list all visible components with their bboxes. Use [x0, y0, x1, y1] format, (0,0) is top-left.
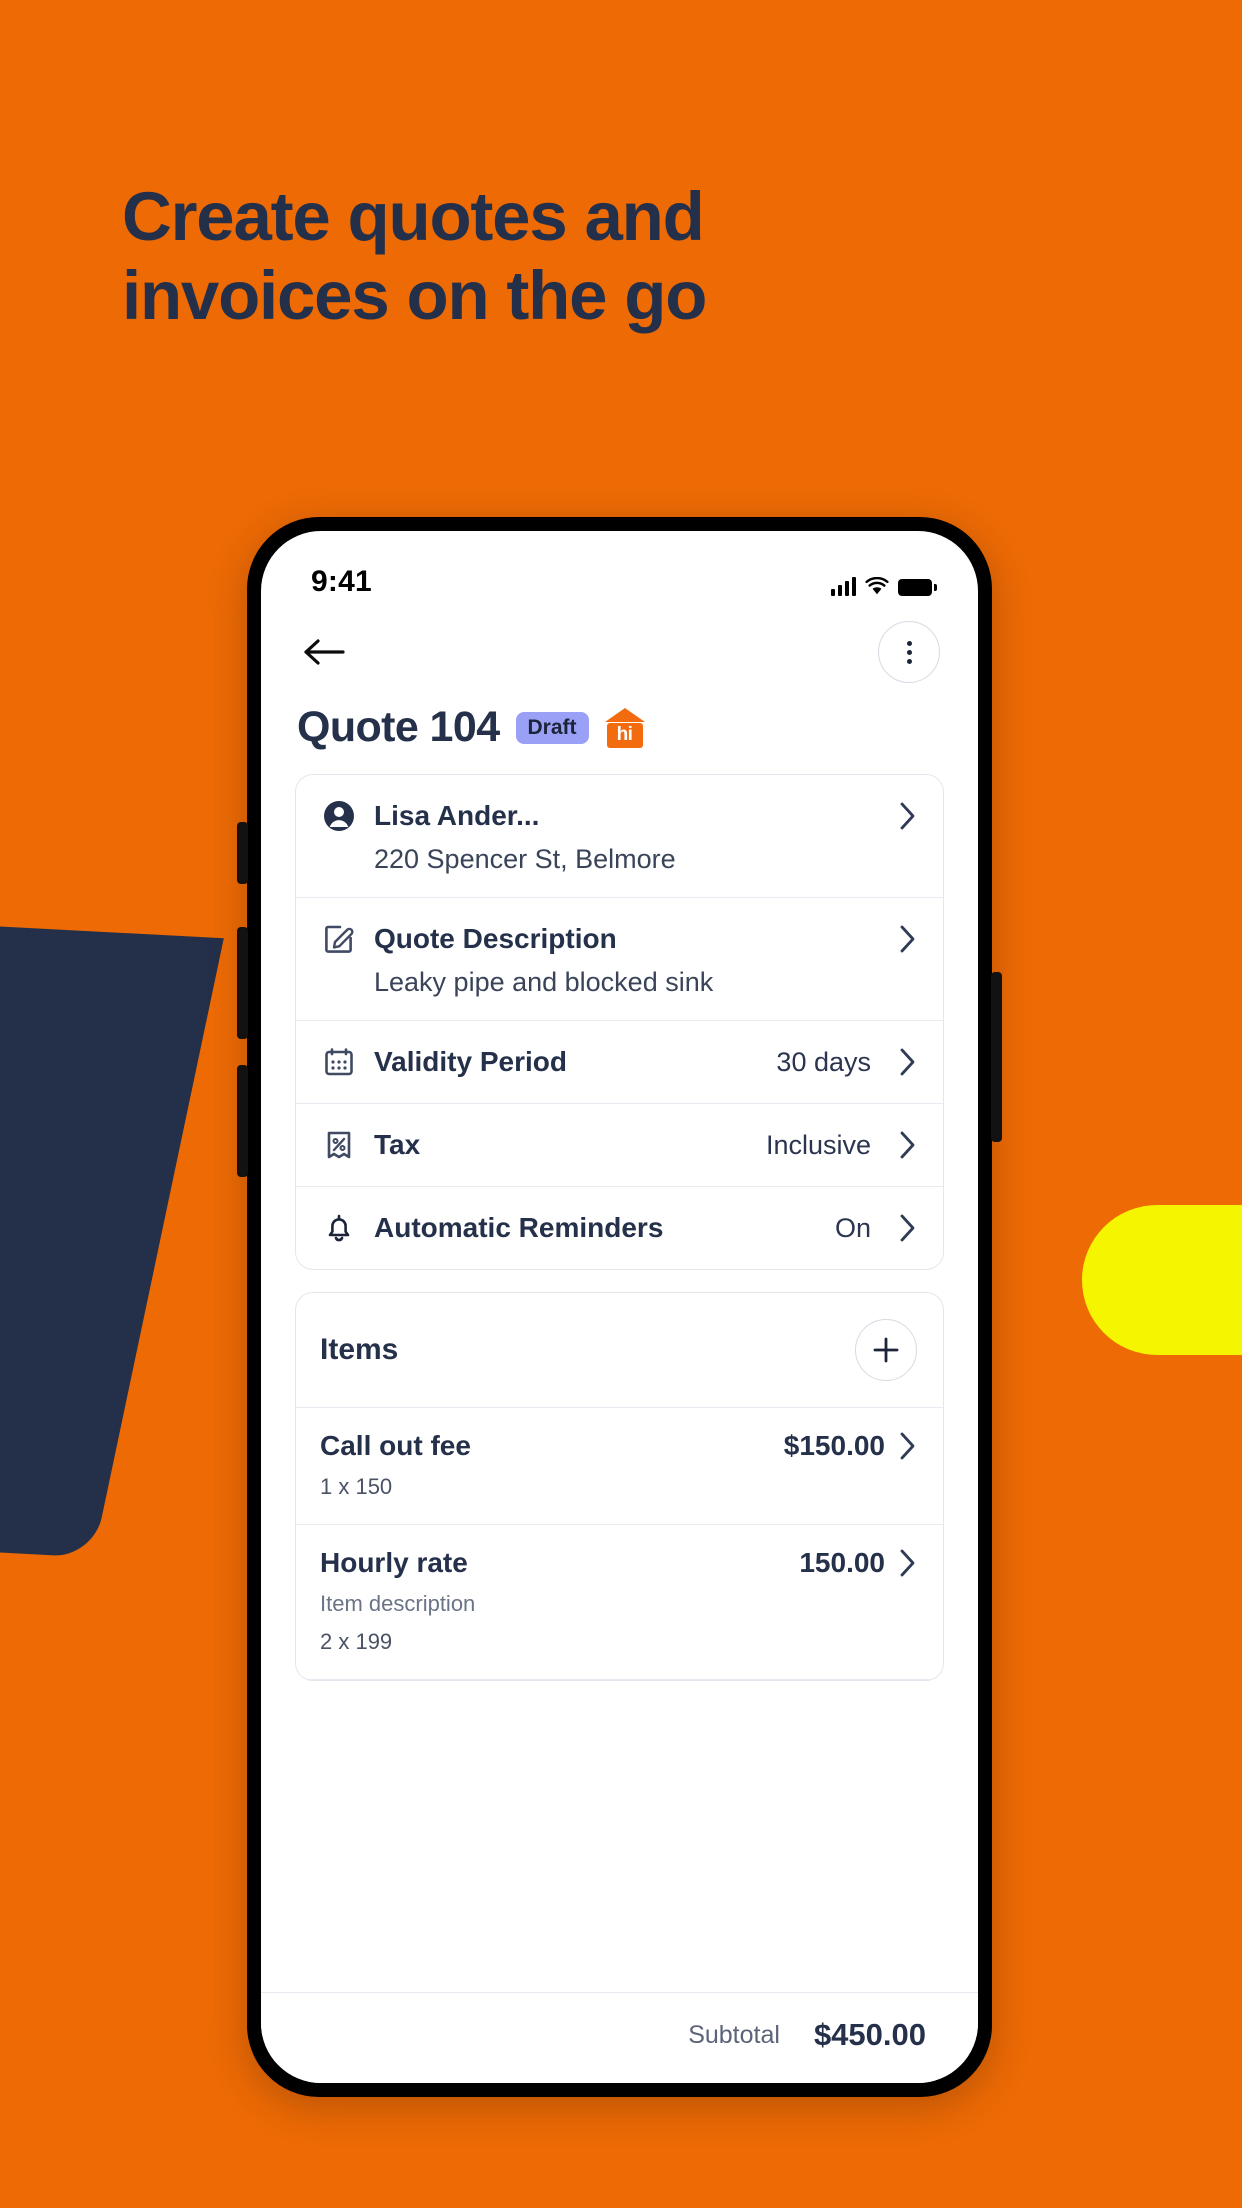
quote-description-value: Leaky pipe and blocked sink	[374, 967, 714, 997]
phone-mockup: 9:41 Quote 104 Draft hi Lisa Ander... 22…	[237, 517, 1002, 2097]
app-content: Quote 104 Draft hi Lisa Ander... 220 Spe…	[261, 605, 978, 2083]
item-quantity: 1 x 150	[320, 1474, 393, 1499]
subtotal-bar: Subtotal $450.00	[261, 1992, 978, 2083]
item-name: Call out fee	[320, 1430, 471, 1461]
row-customer[interactable]: Lisa Ander... 220 Spencer St, Belmore	[296, 775, 943, 898]
back-button[interactable]	[297, 624, 353, 680]
row-validity-period[interactable]: Validity Period 30 days	[296, 1021, 943, 1104]
item-description: Item description	[320, 1591, 476, 1616]
automatic-reminders-label: Automatic Reminders	[374, 1212, 664, 1243]
edit-square-icon	[320, 920, 358, 958]
chevron-right-icon	[899, 1431, 917, 1461]
house-logo-icon: hi	[604, 707, 645, 748]
chevron-right-icon	[899, 924, 917, 954]
row-tax[interactable]: Tax Inclusive	[296, 1104, 943, 1187]
status-bar: 9:41	[261, 531, 978, 605]
status-bar-icons	[831, 576, 937, 599]
validity-period-label: Validity Period	[374, 1046, 567, 1077]
scroll-area[interactable]: Lisa Ander... 220 Spencer St, Belmore Qu…	[261, 774, 978, 2002]
decorative-yellow-shape	[1082, 1205, 1242, 1355]
tax-value: Inclusive	[765, 1129, 871, 1160]
headline-line-2: invoices on the go	[122, 256, 707, 334]
list-item[interactable]: Call out fee $150.00 1 x 150	[296, 1408, 943, 1525]
subtotal-label: Subtotal	[688, 2020, 780, 2049]
back-arrow-icon	[304, 639, 345, 665]
items-title: Items	[320, 1333, 399, 1366]
quote-description-label: Quote Description	[374, 923, 617, 954]
item-quantity: 2 x 199	[320, 1629, 393, 1654]
automatic-reminders-value: On	[834, 1212, 871, 1243]
item-price: 150.00	[799, 1547, 885, 1578]
subtotal-value: $450.00	[813, 2017, 926, 2052]
calendar-icon	[320, 1043, 358, 1081]
phone-volume-up-button	[237, 927, 248, 1039]
chevron-right-icon	[899, 1213, 917, 1243]
kebab-dot-2	[906, 649, 912, 655]
wifi-icon	[865, 577, 889, 595]
status-bar-time: 9:41	[311, 565, 372, 598]
house-roof-shape	[604, 707, 645, 722]
validity-period-value: 30 days	[776, 1046, 871, 1077]
status-badge: Draft	[515, 711, 589, 744]
plus-icon	[873, 1337, 899, 1363]
chevron-right-icon	[899, 1130, 917, 1160]
customer-address: 220 Spencer St, Belmore	[374, 844, 676, 874]
add-item-button[interactable]	[855, 1319, 917, 1381]
chevron-right-icon	[899, 801, 917, 831]
battery-full-icon	[898, 579, 937, 596]
quote-title: Quote 104	[297, 703, 500, 751]
overflow-menu-button[interactable]	[878, 621, 940, 683]
house-logo-label: hi	[606, 722, 643, 748]
kebab-dot-3	[906, 658, 912, 664]
chevron-right-icon	[899, 1047, 917, 1077]
headline-line-1: Create quotes and	[122, 178, 705, 255]
phone-screen: 9:41 Quote 104 Draft hi Lisa Ander... 22…	[261, 531, 978, 2083]
cellular-signal-icon	[831, 576, 856, 596]
items-card: Items Call out fee $150.00 1 x 150 Hourl…	[295, 1292, 944, 1681]
page-title: Create quotes and invoices on the go	[122, 178, 942, 335]
customer-name: Lisa Ander...	[374, 800, 540, 831]
item-price: $150.00	[783, 1430, 885, 1461]
decorative-navy-shape	[0, 922, 224, 1558]
tax-receipt-icon	[320, 1126, 358, 1164]
phone-silent-switch	[237, 822, 248, 884]
person-icon	[320, 797, 358, 835]
chevron-right-icon	[899, 1548, 917, 1578]
kebab-menu-icon	[906, 640, 912, 646]
row-automatic-reminders[interactable]: Automatic Reminders On	[296, 1187, 943, 1269]
bell-icon	[320, 1209, 358, 1247]
phone-power-button	[991, 972, 1002, 1142]
app-navbar	[261, 605, 978, 689]
phone-volume-down-button	[237, 1065, 248, 1177]
item-name: Hourly rate	[320, 1547, 468, 1578]
list-item[interactable]: Hourly rate 150.00 Item description 2 x …	[296, 1525, 943, 1680]
items-header: Items	[296, 1293, 943, 1408]
quote-details-card: Lisa Ander... 220 Spencer St, Belmore Qu…	[295, 774, 944, 1270]
quote-header: Quote 104 Draft hi	[261, 689, 978, 774]
row-quote-description[interactable]: Quote Description Leaky pipe and blocked…	[296, 898, 943, 1021]
tax-label: Tax	[374, 1129, 421, 1160]
